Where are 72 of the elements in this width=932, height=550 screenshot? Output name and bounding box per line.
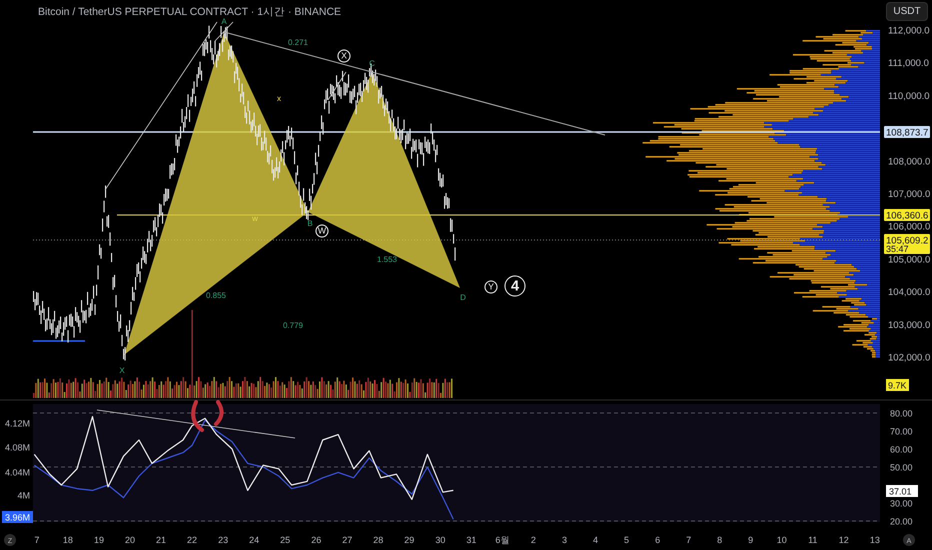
time-axis-label: 28 — [373, 535, 384, 545]
time-axis-label: 7 — [34, 535, 40, 545]
indicator-axis-label: 80.00 — [890, 408, 913, 418]
time-axis-label: 5 — [624, 535, 630, 545]
time-axis-label: 22 — [187, 535, 198, 545]
chart-title: Bitcoin / TetherUS PERPETUAL CONTRACT · 1시간 · BINANCE — [38, 6, 342, 18]
price-tag: 106,360.6 — [884, 209, 930, 222]
indicator-axis-label: 70.00 — [890, 426, 913, 436]
time-axis-label: 18 — [62, 535, 73, 545]
ratio-label: 0.779 — [282, 321, 304, 330]
ratio-label: 0.855 — [206, 291, 226, 300]
time-axis-label: 6월 — [495, 535, 510, 545]
price-axis-label: 108,000.0 — [888, 156, 930, 168]
price-axis-label: 102,000.0 — [888, 352, 930, 364]
time-axis-label: 27 — [342, 535, 352, 545]
currency-button[interactable]: USDT — [886, 2, 928, 21]
wave-label: Y — [484, 280, 498, 294]
point-label: D — [460, 293, 466, 302]
time-axis-label: 11 — [808, 535, 818, 545]
ratio-label: 0.271 — [288, 38, 308, 47]
time-axis-label: 23 — [218, 535, 228, 545]
indicator-axis-label: 60.00 — [890, 444, 913, 454]
time-axis-label: 9 — [748, 535, 754, 545]
time-axis-label: 3 — [562, 535, 567, 545]
point-label: X — [119, 366, 125, 375]
horizontal-line — [33, 340, 85, 342]
price-axis-label: 104,000.0 — [888, 287, 930, 298]
time-axis-label: 2 — [530, 535, 536, 545]
indicator-value-tag: 3.96M — [2, 511, 33, 523]
leg-label: x — [277, 94, 281, 103]
time-axis-label: 30 — [435, 535, 446, 545]
price-axis-label: 105,000.0 — [888, 254, 930, 266]
time-axis-label: 25 — [280, 535, 290, 545]
point-label: A — [221, 17, 227, 26]
time-axis-label: 19 — [94, 535, 104, 545]
indicator-axis-label: 50.00 — [890, 462, 913, 472]
time-axis-label: 4 — [593, 535, 598, 545]
time-axis-label: 6 — [655, 535, 660, 545]
time-axis-label: 24 — [249, 535, 260, 545]
price-axis-label: 107,000.0 — [888, 189, 930, 200]
wave-label: W — [316, 224, 328, 238]
indicator-axis-label: 4.12M — [4, 418, 30, 428]
time-axis-label: 8 — [717, 535, 722, 545]
price-axis-label: 112,000.0 — [888, 26, 930, 36]
price-axis-label: 110,000.0 — [888, 90, 930, 102]
indicator-axis-label: 4.08M — [4, 442, 30, 452]
point-label: C — [369, 59, 375, 68]
wave-label: X — [338, 50, 350, 62]
price-tag: 108,873.7 — [884, 126, 930, 138]
indicator-axis-label: 20.00 — [890, 516, 913, 526]
price-tag: 105,609.2 35:47 — [884, 234, 930, 254]
volume-tag: 9.7K — [886, 379, 909, 391]
wave-label: 4 — [504, 276, 526, 296]
ratio-label: 1.553 — [376, 255, 398, 264]
time-axis-label: 10 — [776, 535, 787, 545]
time-axis-label: 13 — [870, 535, 880, 545]
price-axis-label: 103,000.0 — [888, 320, 930, 331]
indicator-axis-label: 30.00 — [890, 498, 913, 508]
indicator-value-tag: 37.01 — [886, 485, 918, 497]
time-axis-label: 7 — [686, 535, 692, 545]
time-axis-label: 29 — [404, 535, 414, 545]
time-axis-label: 12 — [838, 535, 849, 545]
point-label: B — [307, 219, 313, 228]
time-axis-label: 21 — [156, 535, 166, 545]
indicator-axis-label: 4M — [17, 490, 30, 500]
price-axis-label: 106,000.0 — [888, 222, 930, 233]
time-axis-label: 20 — [124, 535, 135, 545]
price-axis-label: 111,000.0 — [888, 58, 929, 70]
time-axis-label: 31 — [466, 535, 476, 545]
time-axis-label: 26 — [311, 535, 322, 545]
indicator-axis-label: 4.04M — [4, 468, 30, 478]
bracket-drawing — [191, 400, 224, 432]
